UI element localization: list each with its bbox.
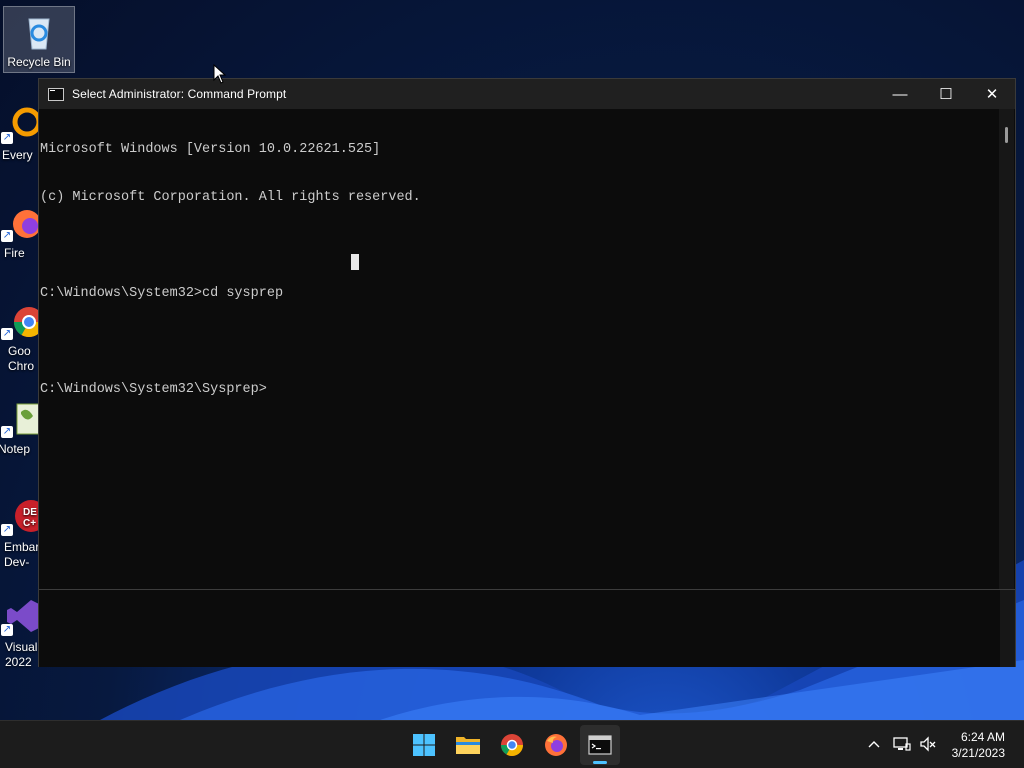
notepad-plus-plus-icon: ↗ — [1, 398, 41, 438]
shortcut-arrow-icon: ↗ — [1, 328, 13, 340]
chrome-icon: ↗ — [1, 300, 45, 340]
taskbar-file-explorer[interactable] — [448, 725, 488, 765]
command-prompt-icon — [588, 735, 612, 755]
mouse-pointer-icon — [213, 64, 227, 84]
window-title: Select Administrator: Command Prompt — [72, 87, 287, 101]
chevron-up-icon — [868, 741, 880, 748]
start-button[interactable] — [404, 725, 444, 765]
console-bottom-pane — [39, 589, 1015, 667]
console-line: C:\Windows\System32>cd sysprep — [40, 286, 284, 301]
active-app-indicator — [593, 761, 607, 764]
shortcut-arrow-icon: ↗ — [1, 624, 13, 636]
firefox-icon — [545, 734, 567, 756]
taskbar-firefox[interactable] — [536, 725, 576, 765]
desktop-icon-recycle-bin[interactable]: Recycle Bin — [3, 6, 75, 73]
vertical-scrollbar[interactable] — [999, 109, 1014, 589]
shortcut-arrow-icon: ↗ — [1, 426, 13, 438]
scrollbar-thumb[interactable] — [1005, 127, 1008, 143]
file-explorer-icon — [456, 737, 480, 754]
command-prompt-icon — [48, 87, 64, 101]
console-line: (c) Microsoft Corporation. All rights re… — [40, 190, 421, 205]
close-button[interactable]: ✕ — [969, 79, 1015, 109]
svg-text:C+: C+ — [23, 518, 36, 529]
text-cursor — [351, 254, 359, 270]
console-prompt-line: C:\Windows\System32\Sysprep> — [40, 382, 267, 397]
everything-search-icon: ↗ — [1, 104, 42, 144]
window-titlebar[interactable]: Select Administrator: Command Prompt — ☐… — [39, 79, 1015, 109]
clock[interactable]: 6:24 AM 3/21/2023 — [952, 729, 1005, 761]
clock-date: 3/21/2023 — [951, 746, 1005, 760]
shortcut-arrow-icon: ↗ — [1, 132, 13, 144]
taskbar-command-prompt[interactable] — [580, 725, 620, 765]
visual-studio-icon: ↗ — [1, 596, 41, 636]
maximize-button[interactable]: ☐ — [923, 79, 969, 109]
console-line: Microsoft Windows [Version 10.0.22621.52… — [40, 142, 381, 157]
firefox-icon: ↗ — [1, 202, 41, 242]
volume-button[interactable] — [918, 733, 938, 755]
taskbar-chrome[interactable] — [492, 725, 532, 765]
network-status-button[interactable] — [892, 733, 912, 755]
embarcadero-dev-cpp-icon: DE C+ ↗ — [1, 496, 47, 536]
start-icon — [413, 734, 435, 756]
taskbar: 6:24 AM 3/21/2023 — [0, 720, 1024, 768]
desktop-icon-label: Recycle Bin — [7, 55, 71, 69]
command-prompt-window[interactable]: Select Administrator: Command Prompt — ☐… — [38, 78, 1016, 667]
shortcut-arrow-icon: ↗ — [1, 524, 13, 536]
show-hidden-icons-button[interactable] — [864, 733, 884, 755]
volume-muted-icon — [920, 736, 936, 752]
recycle-bin-icon — [19, 11, 59, 51]
network-icon — [893, 737, 911, 751]
clock-time: 6:24 AM — [960, 730, 1005, 744]
console-output[interactable]: Microsoft Windows [Version 10.0.22621.52… — [39, 109, 1001, 590]
minimize-button[interactable]: — — [877, 79, 923, 109]
chrome-icon — [501, 734, 523, 756]
scrollbar-track-lower — [1000, 590, 1015, 667]
shortcut-arrow-icon: ↗ — [1, 230, 13, 242]
svg-text:DE: DE — [23, 507, 37, 518]
